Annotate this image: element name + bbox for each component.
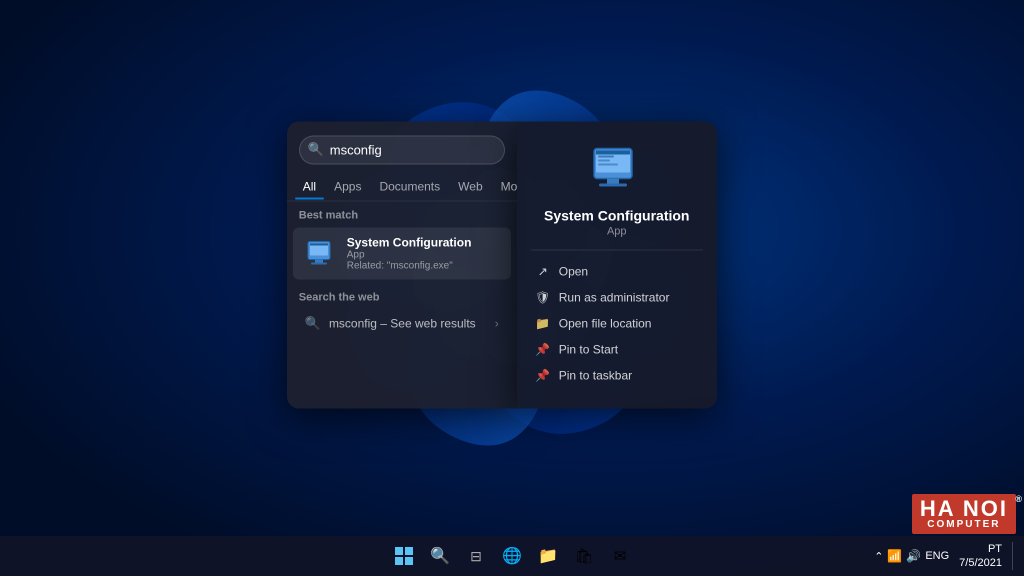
tab-more[interactable]: More ▾: [493, 174, 517, 198]
action-open[interactable]: ↗ Open: [531, 258, 703, 284]
taskbar-start-button[interactable]: [388, 540, 420, 572]
start-menu: 🔍 All Apps Documents Web More ▾ ⛓ ··· Be…: [287, 121, 717, 408]
web-result-left: 🔍 msconfig – See web results: [305, 315, 476, 331]
watermark: HA NOI COMPUTER ®: [912, 494, 1016, 534]
tray-network-icon[interactable]: 📶: [887, 549, 902, 563]
taskbar-file-explorer[interactable]: 📁: [532, 540, 564, 572]
search-bar-wrap: 🔍: [299, 135, 505, 164]
watermark-registered: ®: [1015, 494, 1022, 504]
tab-apps[interactable]: Apps: [326, 174, 369, 198]
tray-volume-icon[interactable]: 🔊: [906, 549, 921, 563]
taskbar-pin-icon: 📌: [535, 367, 551, 383]
detail-app-subtitle: App: [607, 225, 627, 237]
taskbar-right: ⌃ 📶 🔊 ENG PT 7/5/2021: [874, 540, 1016, 573]
taskbar-task-view[interactable]: ⊟: [460, 540, 492, 572]
result-app-icon: [305, 237, 337, 269]
detail-divider: [531, 249, 703, 250]
taskbar: 🔍 ⊟ 🌐 📁 🛍 ✉ ⌃ 📶 🔊 ENG PT 7/5/2021: [0, 536, 1024, 576]
admin-icon: 🛡: [535, 289, 551, 305]
taskbar-mail[interactable]: ✉: [604, 540, 636, 572]
watermark-box: HA NOI COMPUTER ®: [912, 494, 1016, 534]
search-input-wrap: 🔍: [287, 121, 517, 172]
action-run-admin[interactable]: 🛡 Run as administrator: [531, 284, 703, 310]
show-desktop-button[interactable]: [1012, 542, 1016, 570]
system-tray: ⌃ 📶 🔊 ENG: [874, 549, 949, 563]
taskbar-center: 🔍 ⊟ 🌐 📁 🛍 ✉: [388, 540, 636, 572]
tray-lang[interactable]: ENG: [925, 550, 949, 562]
action-pin-start[interactable]: 📌 Pin to Start: [531, 336, 703, 362]
taskbar-store[interactable]: 🛍: [568, 540, 600, 572]
pin-icon: 📌: [535, 341, 551, 357]
action-open-location[interactable]: 📁 Open file location: [531, 310, 703, 336]
search-panel: 🔍 All Apps Documents Web More ▾ ⛓ ··· Be…: [287, 121, 517, 408]
watermark-brand-top: HA NOI: [920, 498, 1008, 520]
search-tabs: All Apps Documents Web More ▾ ⛓ ···: [287, 172, 517, 201]
tab-all[interactable]: All: [295, 174, 324, 198]
detail-app-icon: [589, 141, 645, 197]
search-web-label: Search the web: [287, 281, 517, 307]
chevron-right-icon: ›: [495, 316, 499, 330]
taskbar-edge-browser[interactable]: 🌐: [496, 540, 528, 572]
search-input[interactable]: [299, 135, 505, 164]
folder-icon: 📁: [535, 315, 551, 331]
web-search-icon: 🔍: [305, 315, 321, 331]
best-match-label: Best match: [287, 201, 517, 225]
tab-documents[interactable]: Documents: [371, 174, 448, 198]
open-icon: ↗: [535, 263, 551, 279]
taskbar-search-button[interactable]: 🔍: [424, 540, 456, 572]
detail-panel: System Configuration App ↗ Open 🛡 Run as…: [517, 121, 717, 408]
web-result-item[interactable]: 🔍 msconfig – See web results ›: [293, 309, 511, 337]
detail-app-title: System Configuration: [544, 207, 689, 223]
tray-chevron[interactable]: ⌃: [874, 550, 883, 563]
result-text: System Configuration App Related: "mscon…: [347, 235, 472, 271]
action-pin-taskbar[interactable]: 📌 Pin to taskbar: [531, 362, 703, 388]
best-match-item[interactable]: System Configuration App Related: "mscon…: [293, 227, 511, 279]
desktop: 🔍 All Apps Documents Web More ▾ ⛓ ··· Be…: [0, 0, 1024, 576]
tab-web[interactable]: Web: [450, 174, 490, 198]
taskbar-clock[interactable]: PT 7/5/2021: [953, 540, 1008, 573]
watermark-brand-bottom: COMPUTER: [927, 520, 1000, 530]
